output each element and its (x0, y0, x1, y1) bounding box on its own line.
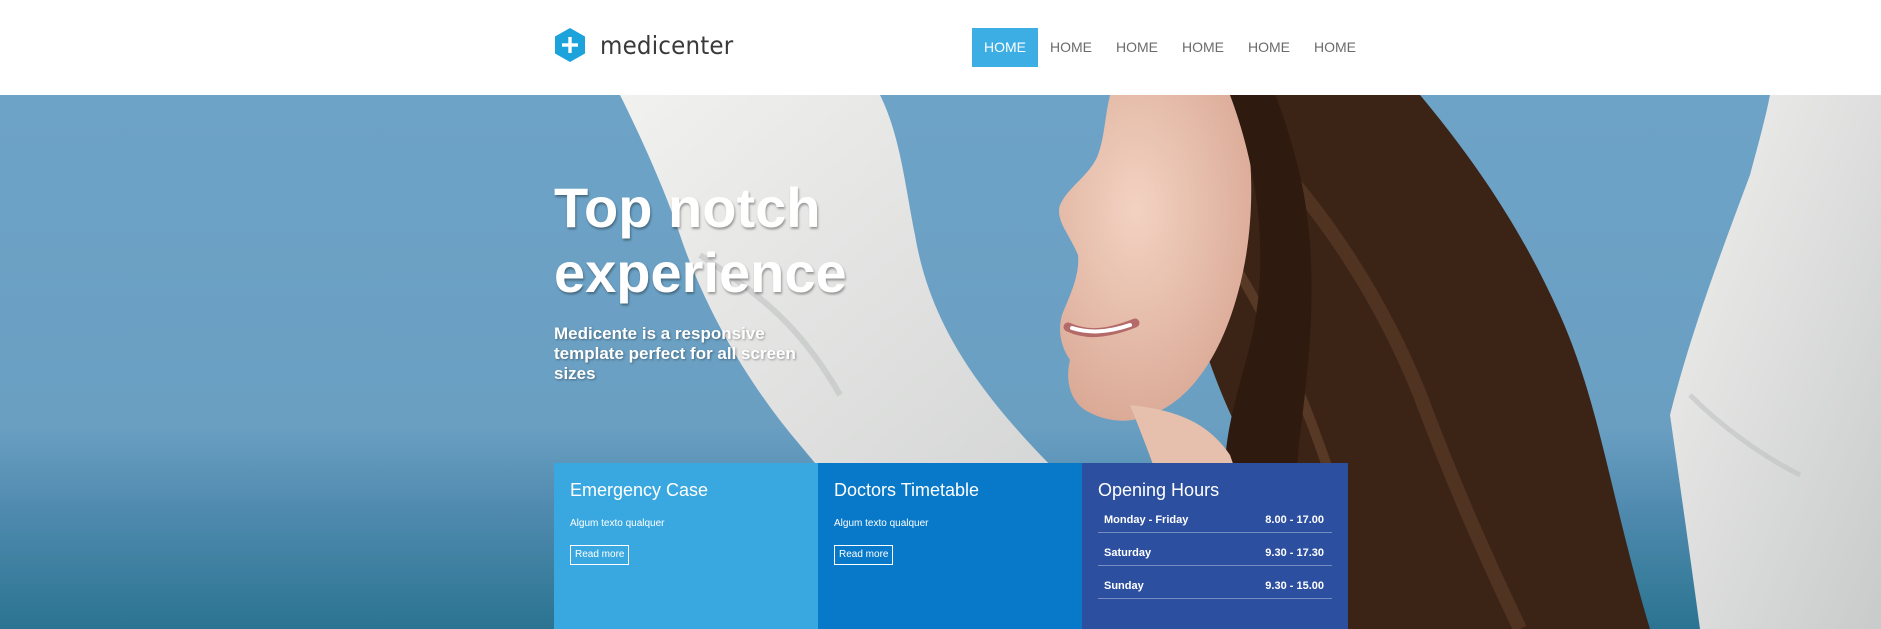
read-more-button[interactable]: Read more (834, 545, 894, 565)
nav-item-home-3[interactable]: HOME (1104, 28, 1170, 67)
nav-item-home-2[interactable]: HOME (1038, 28, 1104, 67)
hours-day: Monday - Friday (1104, 514, 1189, 526)
nav-item-home-6[interactable]: HOME (1302, 28, 1368, 67)
emergency-case-box: Emergency Case Algum texto qualquer Read… (554, 463, 818, 629)
hours-time: 9.30 - 15.00 (1265, 580, 1324, 592)
plus-hexagon-icon (555, 28, 585, 62)
hours-row: Monday - Friday 8.00 - 17.00 (1098, 511, 1332, 533)
nav-item-home-1[interactable]: HOME (972, 28, 1038, 67)
box-title: Doctors Timetable (834, 480, 980, 500)
hero-title-line-1: Top notch (554, 176, 821, 239)
box-text: Algum texto qualquer (570, 518, 665, 529)
hero-title: Top notch experience (554, 175, 914, 305)
hours-day: Saturday (1104, 547, 1152, 559)
hours-row: Sunday 9.30 - 15.00 (1098, 577, 1332, 599)
hours-list: Monday - Friday 8.00 - 17.00 Saturday 9.… (1098, 511, 1332, 599)
opening-hours-box: Opening Hours Monday - Friday 8.00 - 17.… (1082, 463, 1348, 629)
hours-row: Saturday 9.30 - 17.30 (1098, 544, 1332, 566)
hero-subtitle: Medicente is a responsive template perfe… (554, 324, 796, 383)
logo-text: medicenter (600, 30, 734, 60)
logo[interactable]: medicenter (554, 27, 745, 63)
doctors-timetable-box: Doctors Timetable Algum texto qualquer R… (818, 463, 1082, 629)
hero-title-line-2: experience (554, 241, 847, 304)
info-boxes: Emergency Case Algum texto qualquer Read… (554, 463, 1348, 629)
hours-time: 8.00 - 17.00 (1265, 514, 1324, 526)
hero-section: Top notch experience Medicente is a resp… (0, 95, 1881, 629)
box-text: Algum texto qualquer (834, 518, 929, 529)
site-header: medicenter HOME HOME HOME HOME HOME HOME (0, 0, 1881, 95)
nav-item-home-4[interactable]: HOME (1170, 28, 1236, 67)
nav-item-home-5[interactable]: HOME (1236, 28, 1302, 67)
box-title: Emergency Case (570, 480, 709, 500)
hours-day: Sunday (1104, 580, 1144, 592)
main-nav: HOME HOME HOME HOME HOME HOME (972, 28, 1368, 67)
hours-time: 9.30 - 17.30 (1265, 547, 1324, 559)
read-more-button[interactable]: Read more (570, 545, 630, 565)
box-title: Opening Hours (1098, 480, 1220, 500)
